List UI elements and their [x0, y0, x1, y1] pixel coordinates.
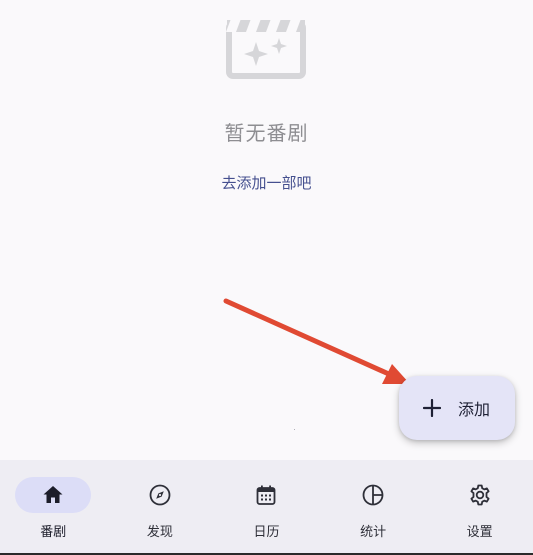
bottom-navigation-bar: 番剧 发现 日历 统计 设置	[0, 460, 533, 555]
dot-artifact	[294, 429, 295, 430]
nav-label-calendar: 日历	[253, 525, 280, 540]
add-fab-label: 添加	[458, 400, 491, 419]
nav-item-settings[interactable]: 设置	[426, 460, 533, 555]
library-screen: 暂无番剧 去添加一部吧 添加 番剧 发现 日历 统计 设置	[0, 0, 533, 555]
add-first-show-link[interactable]: 去添加一部吧	[0, 172, 533, 193]
plus-icon	[423, 399, 441, 417]
gear-icon	[470, 484, 490, 506]
nav-label-anime: 番剧	[40, 525, 67, 540]
nav-item-discover[interactable]: 发现	[107, 460, 214, 555]
calendar-icon	[257, 485, 276, 505]
nav-active-indicator	[15, 477, 92, 513]
empty-state-title: 暂无番剧	[224, 121, 309, 145]
home-icon	[43, 486, 63, 503]
nav-label-settings: 设置	[466, 525, 493, 540]
movie-clapper-sparkle-icon	[226, 16, 306, 79]
pie-chart-icon	[362, 484, 384, 506]
compass-icon	[149, 484, 171, 506]
nav-item-anime[interactable]: 番剧	[0, 460, 107, 555]
nav-label-stats: 统计	[360, 525, 387, 540]
nav-item-stats[interactable]: 统计	[320, 460, 427, 555]
add-fab-button[interactable]: 添加	[399, 376, 515, 440]
nav-label-discover: 发现	[146, 525, 173, 540]
nav-item-calendar[interactable]: 日历	[213, 460, 320, 555]
